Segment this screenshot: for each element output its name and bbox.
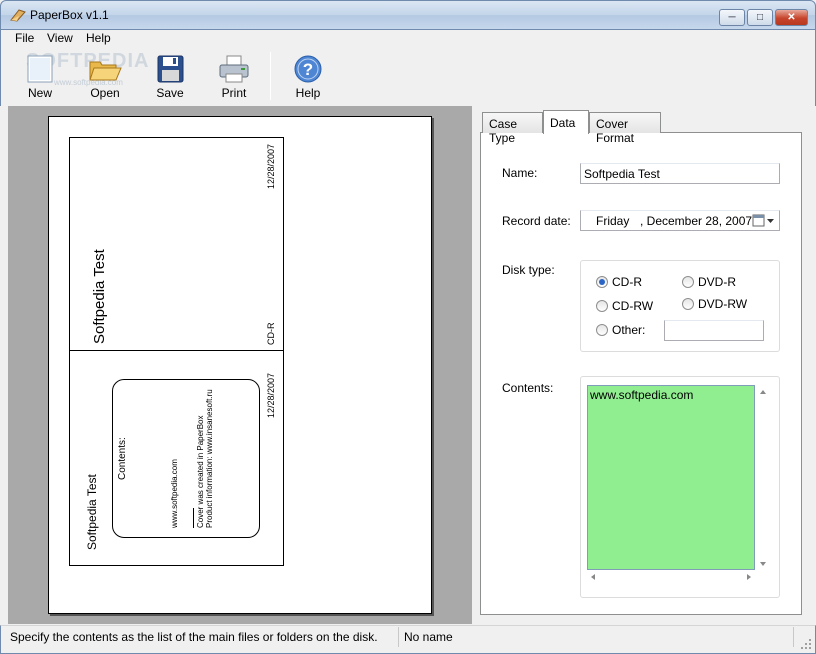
contents-textarea[interactable]: www.softpedia.com bbox=[587, 385, 755, 570]
date-value: , December 28, 2007 bbox=[640, 214, 753, 228]
record-date-label: Record date: bbox=[502, 214, 571, 228]
back-contents-frame bbox=[112, 379, 260, 538]
front-title: Softpedia Test bbox=[91, 249, 108, 344]
maximize-icon: □ bbox=[756, 12, 764, 23]
front-disk-type: CD-R bbox=[266, 322, 276, 346]
help-button[interactable]: ? Help bbox=[280, 52, 336, 102]
print-label: Print bbox=[221, 86, 247, 100]
close-icon: ✕ bbox=[787, 12, 796, 23]
scroll-right-icon bbox=[747, 574, 751, 580]
back-credit-rule bbox=[193, 508, 194, 528]
scroll-left-icon bbox=[591, 574, 595, 580]
front-date: 12/28/2007 bbox=[266, 143, 276, 189]
radio-dvd-rw[interactable] bbox=[682, 298, 694, 310]
tab-data[interactable]: Data bbox=[543, 110, 589, 134]
title-bar[interactable] bbox=[0, 0, 816, 30]
calendar-dropdown-icon[interactable] bbox=[752, 214, 776, 228]
save-label: Save bbox=[156, 86, 184, 100]
minimize-icon: ─ bbox=[728, 12, 736, 23]
back-title: Softpedia Test bbox=[85, 474, 99, 550]
date-weekday: Friday bbox=[596, 214, 630, 228]
name-label: Name: bbox=[502, 166, 538, 180]
radio-other[interactable] bbox=[596, 324, 608, 336]
cd-r-label: CD-R bbox=[612, 275, 642, 289]
new-button[interactable]: New bbox=[12, 52, 68, 102]
status-divider bbox=[398, 627, 399, 647]
dvd-rw-label: DVD-RW bbox=[698, 297, 748, 311]
menu-bar bbox=[0, 30, 816, 48]
folder-open-icon bbox=[89, 61, 122, 81]
dvd-r-label: DVD-R bbox=[698, 275, 736, 289]
printer-icon bbox=[219, 55, 249, 83]
save-button[interactable]: Save bbox=[142, 52, 198, 102]
resize-grip-icon[interactable] bbox=[800, 638, 812, 650]
open-label: Open bbox=[90, 86, 120, 100]
minimize-button[interactable]: ─ bbox=[719, 9, 745, 26]
toolbar-separator bbox=[270, 52, 271, 100]
other-label: Other: bbox=[612, 323, 646, 337]
contents-horizontal-scrollbar[interactable] bbox=[587, 571, 755, 583]
tab-case-type[interactable]: Case Type bbox=[482, 112, 543, 145]
menu-help[interactable]: Help bbox=[86, 31, 111, 45]
svg-text:?: ? bbox=[303, 60, 313, 79]
radio-cd-r[interactable] bbox=[596, 276, 608, 288]
menu-view[interactable]: View bbox=[47, 31, 73, 45]
radio-cd-rw[interactable] bbox=[596, 300, 608, 312]
floppy-disk-icon bbox=[157, 55, 184, 83]
back-credit-line1: Cover was created in PaperBox bbox=[196, 415, 205, 529]
maximize-button[interactable]: □ bbox=[747, 9, 773, 26]
new-document-icon bbox=[27, 55, 53, 83]
radio-dvd-r[interactable] bbox=[682, 276, 694, 288]
contents-vertical-scrollbar[interactable] bbox=[757, 386, 769, 570]
contents-label: Contents: bbox=[502, 381, 554, 395]
help-icon: ? bbox=[294, 55, 322, 83]
print-button[interactable]: Print bbox=[206, 52, 262, 102]
disk-type-label: Disk type: bbox=[502, 263, 555, 277]
back-credit-line2: Product information: www.insanesoft.ru bbox=[205, 389, 214, 528]
tab-cover-format[interactable]: Cover Format bbox=[589, 112, 661, 145]
new-label: New bbox=[27, 86, 52, 100]
other-disk-input[interactable] bbox=[664, 320, 764, 341]
name-input[interactable]: Softpedia Test bbox=[580, 163, 780, 184]
status-file-name: No name bbox=[404, 630, 453, 644]
back-date: 12/28/2007 bbox=[266, 372, 276, 418]
open-button[interactable]: Open bbox=[77, 52, 133, 102]
menu-file[interactable]: File bbox=[15, 31, 34, 45]
help-label: Help bbox=[295, 86, 321, 100]
app-icon bbox=[10, 9, 26, 22]
scroll-down-icon bbox=[760, 562, 766, 566]
status-divider-2 bbox=[793, 627, 794, 647]
back-contents-text: www.softpedia.com bbox=[170, 459, 179, 528]
close-button[interactable]: ✕ bbox=[775, 9, 808, 26]
cd-rw-label: CD-RW bbox=[612, 299, 654, 313]
window-title: PaperBox v1.1 bbox=[30, 8, 109, 22]
back-contents-label: Contents: bbox=[117, 437, 128, 480]
status-hint: Specify the contents as the list of the … bbox=[10, 630, 378, 644]
scroll-up-icon bbox=[760, 390, 766, 394]
